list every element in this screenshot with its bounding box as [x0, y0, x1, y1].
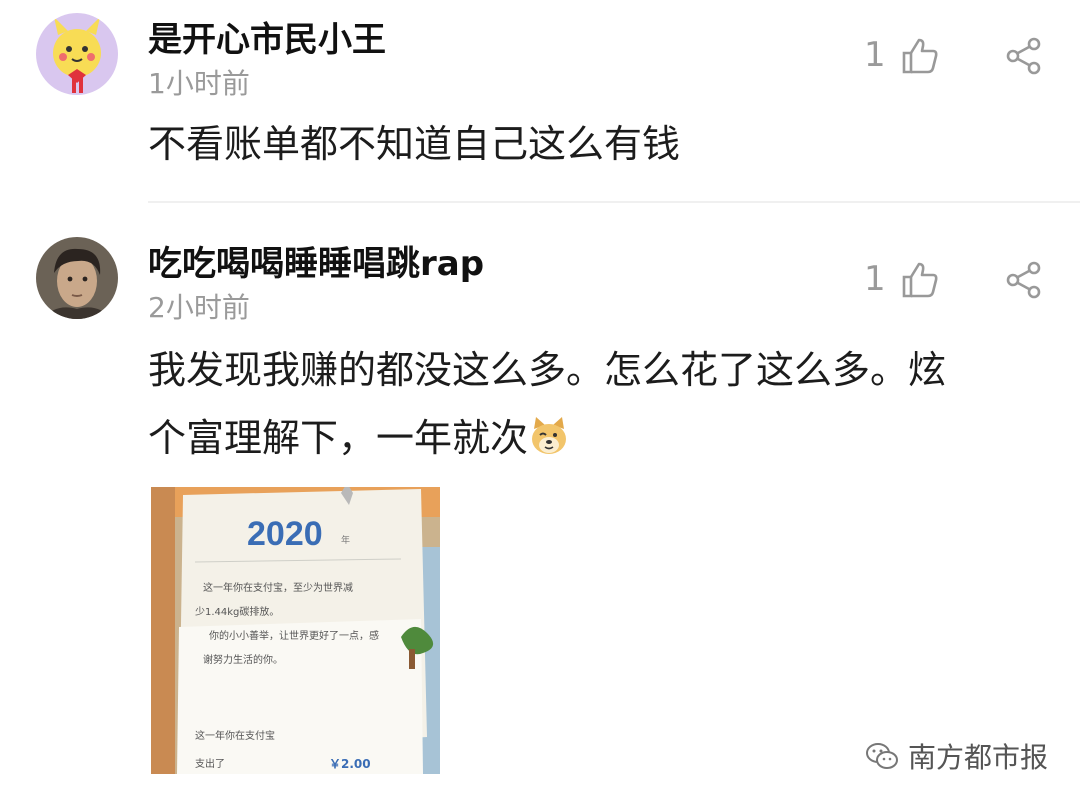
thumbs-up-icon[interactable] [900, 36, 940, 76]
bill-text: 谢努力生活的你。 [203, 655, 283, 666]
share-icon[interactable] [1004, 260, 1044, 300]
comment-content-text: 个富理解下，一年就次 [148, 416, 529, 460]
like-count: 1 [864, 259, 886, 299]
comment-time: 2小时前 [148, 291, 250, 324]
bill-text: 这一年你在支付宝，至少为世界减 [203, 583, 353, 594]
divider [148, 201, 1080, 203]
watermark: 南方都市报 [864, 736, 1048, 776]
username[interactable]: 是开心市民小王 [148, 12, 386, 61]
bill-text: 你的小小善举，让世界更好了一点，感 [209, 631, 379, 642]
bill-text: 支出了 [195, 759, 225, 770]
like-count: 1 [864, 35, 886, 75]
comment-content-line: 个富理解下，一年就次 [148, 404, 1048, 472]
comment-content-line: 我发现我赚的都没这么多。怎么花了这么多。炫 [148, 348, 947, 392]
avatar[interactable] [36, 237, 118, 319]
bill-text: 少1.44kg碳排放。 [195, 607, 280, 618]
comment-content: 不看账单都不知道自己这么有钱 [148, 122, 681, 166]
bill-amount: ￥2.00 [329, 757, 371, 771]
comment-content: 我发现我赚的都没这么多。怎么花了这么多。炫 个富理解下，一年就次 [148, 336, 1048, 472]
bill-year: 2020 [247, 515, 323, 553]
wechat-icon [866, 743, 898, 769]
watermark-text: 南方都市报 [908, 741, 1049, 774]
share-icon[interactable] [1004, 36, 1044, 76]
doge-emoji-icon [532, 417, 567, 454]
thumbs-up-icon[interactable] [900, 260, 940, 300]
comment-time: 1小时前 [148, 67, 250, 100]
username[interactable]: 吃吃喝喝睡睡唱跳rap [148, 236, 484, 285]
bill-year-suffix: 年 [341, 536, 351, 546]
comment-image[interactable]: 2020 年 这一年你在支付宝，至少为世界减 少1.44kg碳排放。 你的小小善… [151, 487, 440, 774]
bill-text: 这一年你在支付宝 [195, 731, 275, 742]
avatar[interactable] [36, 13, 118, 95]
